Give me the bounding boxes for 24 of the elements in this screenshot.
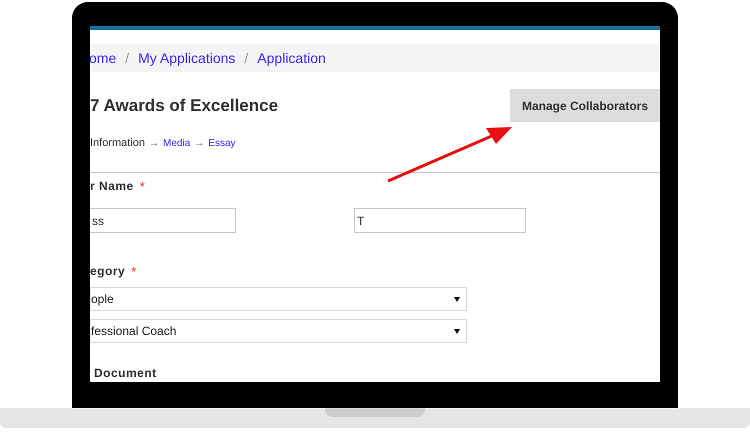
manage-collaborators-button[interactable]: Manage Collaborators — [510, 89, 660, 122]
select-value: fessional Coach — [91, 323, 176, 340]
field-label: egory — [90, 263, 126, 280]
select-field[interactable]: ople — [90, 287, 467, 312]
required-mark: * — [140, 178, 145, 196]
breadcrumb-separator: / — [244, 48, 248, 68]
caret-down-icon — [454, 328, 460, 334]
required-mark: * — [131, 262, 136, 281]
select-value: ople — [91, 291, 114, 308]
field-label: Document — [94, 365, 158, 382]
select-field[interactable]: fessional Coach — [90, 319, 467, 344]
field-label: r Name — [90, 178, 134, 196]
input-field[interactable]: ss — [90, 208, 236, 234]
step-label[interactable]: Media — [163, 136, 190, 151]
arrow-glyph-icon: → — [194, 136, 204, 151]
caret-down-icon — [454, 296, 460, 302]
step-label: Information — [90, 136, 146, 152]
breadcrumb-link[interactable]: Application — [257, 48, 326, 69]
step-label[interactable]: Essay — [208, 136, 236, 151]
page-title: 7 Awards of Excellence — [90, 95, 278, 118]
breadcrumb-separator: / — [125, 48, 130, 68]
arrow-glyph-icon: → — [149, 136, 160, 151]
input-field[interactable]: T — [354, 208, 526, 234]
breadcrumb-link[interactable]: My Applications — [138, 48, 236, 69]
